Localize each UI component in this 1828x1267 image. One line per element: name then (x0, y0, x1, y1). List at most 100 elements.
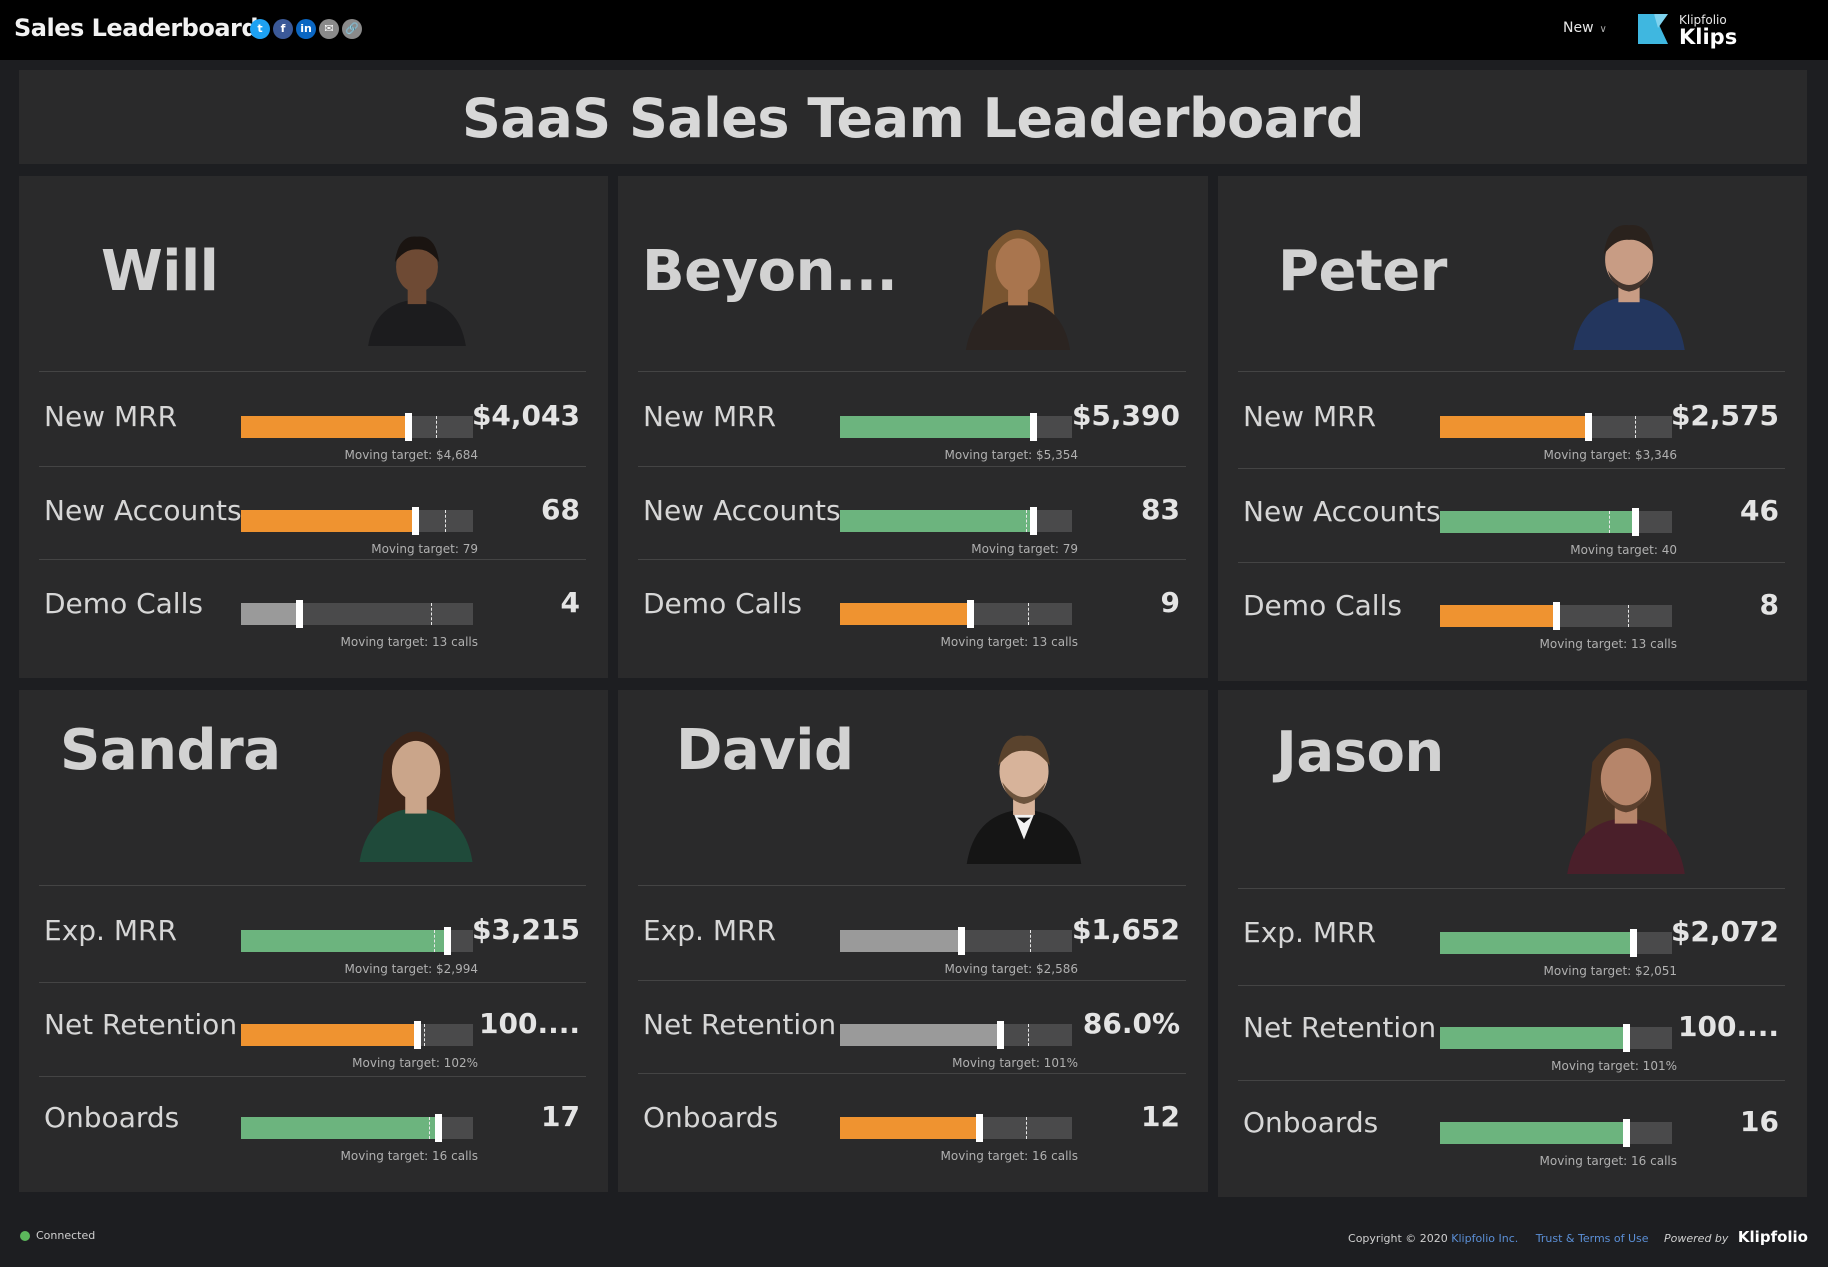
metric-row: Net Retention 100.... Moving target: 102% (19, 998, 608, 1092)
terms-link[interactable]: Trust & Terms of Use (1536, 1232, 1649, 1245)
progress-bar (241, 600, 473, 628)
progress-bar (1440, 1024, 1672, 1052)
metric-row: Net Retention 100.... Moving target: 101% (1218, 1001, 1807, 1095)
progress-fill (1440, 1122, 1626, 1144)
metric-label: Exp. MRR (44, 914, 177, 947)
leaderboard-card: Jason Exp. MRR $2,072 Moving target: $2,05… (1218, 690, 1807, 1197)
progress-marker (405, 413, 412, 441)
metric-row: New MRR $2,575 Moving target: $3,346 (1218, 390, 1807, 484)
metric-value: $4,043 (471, 399, 580, 432)
moving-target: Moving target: 101% (1551, 1059, 1677, 1073)
progress-marker (414, 1021, 421, 1049)
metric-row: Demo Calls 4 Moving target: 13 calls (19, 577, 608, 671)
metric-value: 8 (1759, 588, 1779, 621)
progress-marker (435, 1114, 442, 1142)
metric-label: New MRR (44, 400, 178, 433)
metric-label: New Accounts (643, 494, 841, 527)
metric-label: New Accounts (44, 494, 242, 527)
progress-fill (840, 416, 1033, 438)
progress-marker (997, 1021, 1004, 1049)
metric-row: Demo Calls 8 Moving target: 13 calls (1218, 579, 1807, 673)
moving-target: Moving target: $5,354 (944, 448, 1079, 462)
moving-target: Moving target: 40 (1570, 543, 1677, 557)
email-icon[interactable]: ✉ (319, 19, 339, 39)
metric-label: Exp. MRR (643, 914, 776, 947)
leaderboard-card: David Exp. MRR $1,652 Moving target: $2,58… (618, 690, 1208, 1192)
chevron-down-icon: ∨ (1599, 24, 1607, 35)
metric-value: 12 (1141, 1100, 1180, 1133)
progress-marker (1623, 1024, 1630, 1052)
target-marker-line (1030, 930, 1031, 952)
moving-target: Moving target: 79 (971, 542, 1078, 556)
progress-bar (840, 1021, 1072, 1049)
progress-marker (1632, 508, 1639, 536)
rep-name: Peter (1278, 239, 1447, 304)
connection-status-dot-icon (20, 1231, 30, 1241)
metric-label: New MRR (1243, 400, 1377, 433)
progress-marker (967, 600, 974, 628)
progress-marker (1030, 413, 1037, 441)
leaderboard-card: Sandra Exp. MRR $3,215 Moving target: $2,9… (19, 690, 608, 1192)
target-marker-line (436, 416, 437, 438)
divider (39, 885, 586, 886)
page-title: SaaS Sales Team Leaderboard (461, 87, 1365, 150)
progress-fill (840, 1024, 1000, 1046)
metric-row: Onboards 16 Moving target: 16 calls (1218, 1096, 1807, 1190)
progress-marker (412, 507, 419, 535)
twitter-icon[interactable]: t (250, 19, 270, 39)
target-marker-line (445, 510, 446, 532)
moving-target: Moving target: $2,051 (1543, 964, 1678, 978)
facebook-icon[interactable]: f (273, 19, 293, 39)
moving-target: Moving target: 102% (352, 1056, 478, 1070)
metric-row: Net Retention 86.0% Moving target: 101% (618, 998, 1208, 1092)
new-menu-label: New (1563, 20, 1594, 36)
metric-row: Exp. MRR $1,652 Moving target: $2,586 (618, 904, 1208, 998)
metric-label: Demo Calls (1243, 589, 1402, 622)
moving-target: Moving target: $4,684 (344, 448, 479, 462)
progress-bar (840, 927, 1072, 955)
progress-fill (1440, 605, 1556, 627)
powered-by-text: Powered by (1664, 1232, 1729, 1245)
rep-photo (1560, 204, 1698, 350)
progress-bar (1440, 413, 1672, 441)
metric-label: Onboards (1243, 1106, 1379, 1139)
progress-fill (241, 930, 447, 952)
metric-label: Exp. MRR (1243, 916, 1376, 949)
progress-bar (241, 927, 473, 955)
moving-target: Moving target: 16 calls (1539, 1154, 1677, 1168)
progress-marker (1030, 507, 1037, 535)
moving-target: Moving target: 13 calls (940, 635, 1078, 649)
progress-bar (241, 413, 473, 441)
target-marker-line (1028, 1024, 1029, 1046)
logo-big-text: Klips (1679, 25, 1738, 49)
link-icon[interactable]: 🔗 (342, 19, 362, 39)
progress-bar (1440, 602, 1672, 630)
rep-photo (948, 714, 1100, 864)
metric-value: 16 (1740, 1105, 1779, 1138)
progress-bar (1440, 929, 1672, 957)
metric-label: Net Retention (643, 1008, 837, 1041)
rep-name: Jason (1276, 720, 1444, 785)
leaderboard-card: Will New MRR $4,043 Moving target: $4,684 N… (19, 176, 608, 678)
metric-value: $5,390 (1071, 399, 1180, 432)
klipfolio-logo[interactable]: Klipfolio (1738, 1228, 1808, 1246)
progress-marker (1553, 602, 1560, 630)
metric-value: $2,072 (1670, 915, 1779, 948)
progress-fill (241, 1024, 417, 1046)
progress-fill (840, 930, 961, 952)
metric-value: 86.0% (1082, 1007, 1180, 1040)
moving-target: Moving target: 16 calls (340, 1149, 478, 1163)
new-menu-button[interactable]: New ∨ (1563, 20, 1607, 36)
progress-marker (296, 600, 303, 628)
progress-fill (840, 1117, 979, 1139)
target-marker-line (1026, 510, 1027, 532)
linkedin-icon[interactable]: in (296, 19, 316, 39)
progress-fill (840, 510, 1033, 532)
moving-target: Moving target: 13 calls (340, 635, 478, 649)
progress-bar (840, 413, 1072, 441)
company-link[interactable]: Klipfolio Inc. (1451, 1232, 1518, 1245)
progress-marker (1585, 413, 1592, 441)
footer: Copyright © 2020 Klipfolio Inc. Trust & … (1348, 1228, 1808, 1246)
target-marker-line (1628, 605, 1629, 627)
rep-name: Beyon... (642, 239, 898, 304)
